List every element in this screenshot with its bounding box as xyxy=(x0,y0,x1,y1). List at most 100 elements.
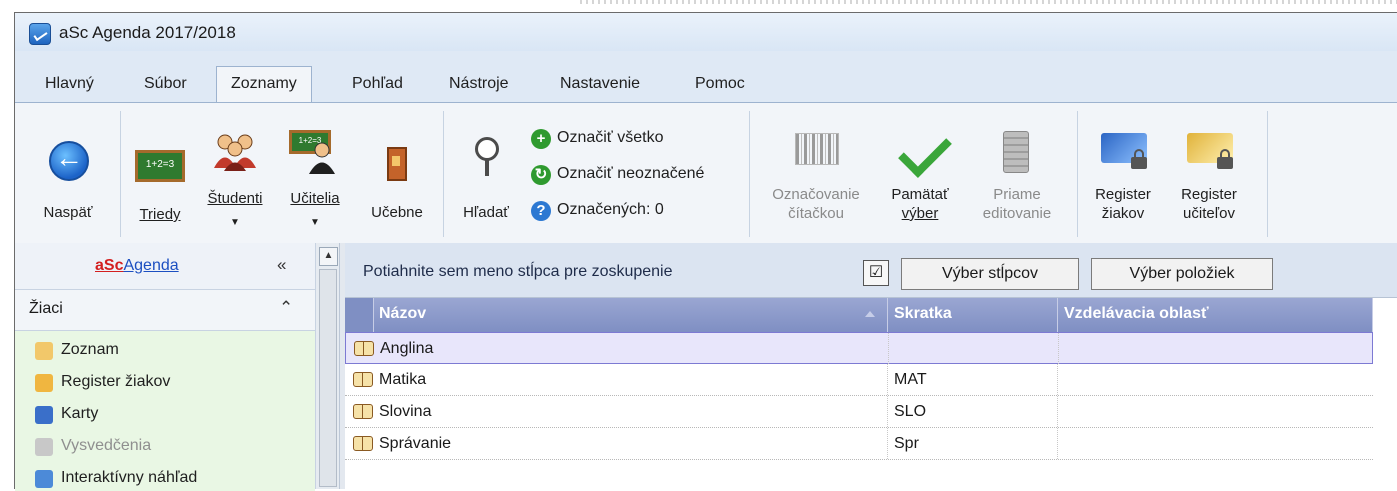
cell-skratka[interactable]: MAT xyxy=(888,364,1058,395)
section-ziaci[interactable]: Žiaci ⌃ xyxy=(15,290,315,331)
certificate-icon xyxy=(35,438,53,456)
app-window: aSc Agenda 2017/2018 Hlavný Súbor Zoznam… xyxy=(14,12,1397,491)
preview-icon xyxy=(35,470,53,488)
marked-count[interactable]: ? Označených: 0 xyxy=(531,201,731,223)
door-icon xyxy=(387,147,407,181)
direct-edit-label-2: editovanie xyxy=(982,205,1052,222)
mark-all-label: Označiť všetko xyxy=(557,129,664,146)
grid-header: Názov Skratka Vzdelávacia oblasť xyxy=(345,298,1373,332)
ribbon-separator xyxy=(1267,111,1268,237)
direct-edit-button[interactable]: Priame editovanie xyxy=(967,113,1067,233)
ucitelia-dropdown-icon[interactable]: ▼ xyxy=(277,213,353,232)
tab-pomoc[interactable]: Pomoc xyxy=(695,71,745,103)
menu-bar: Hlavný Súbor Zoznamy Pohľad Nástroje Nas… xyxy=(15,51,1397,103)
nav-scrollbar[interactable]: ▲ xyxy=(315,243,340,489)
book-icon xyxy=(354,341,374,356)
tab-zoznamy[interactable]: Zoznamy xyxy=(216,66,312,103)
tab-hlavny[interactable]: Hlavný xyxy=(45,71,94,103)
cell-oblast[interactable] xyxy=(1058,428,1373,459)
cell-skratka[interactable]: SLO xyxy=(888,396,1058,427)
ribbon-separator xyxy=(1077,111,1078,237)
cell-skratka[interactable] xyxy=(889,333,1059,364)
group-by-bar[interactable]: Potiahnite sem meno stĺpca pre zoskupeni… xyxy=(345,243,1397,298)
scroll-thumb[interactable] xyxy=(319,269,337,487)
cell-oblast[interactable] xyxy=(1059,333,1372,364)
keypad-icon xyxy=(1003,131,1029,173)
id-card-icon xyxy=(35,406,53,424)
barcode-marking-label-1: Označovanie xyxy=(772,186,860,203)
ribbon: Naspäť 1+2=3 Triedy Študenti ▼ 1+2=3 Uči… xyxy=(15,102,1397,245)
book-icon xyxy=(353,404,373,419)
back-arrow-icon xyxy=(49,141,89,181)
table-row[interactable]: Slovina SLO xyxy=(345,396,1373,428)
items-select-button[interactable]: Výber položiek xyxy=(1091,258,1273,290)
mark-all-button[interactable]: + Označiť všetko xyxy=(531,129,731,151)
row-selector-header xyxy=(345,298,374,332)
table-row[interactable]: Anglina xyxy=(345,332,1373,364)
nav-header: aScAgenda « xyxy=(15,243,315,290)
column-header-skratka[interactable]: Skratka xyxy=(888,298,1058,332)
app-logo-icon xyxy=(29,23,51,45)
select-checkbox[interactable]: ☑ xyxy=(863,260,889,286)
help-icon: ? xyxy=(531,201,551,221)
register-students-label-2: žiakov xyxy=(1101,205,1145,222)
column-header-oblast[interactable]: Vzdelávacia oblasť xyxy=(1058,298,1373,332)
lock-icon xyxy=(35,374,53,392)
nav-title-link[interactable]: aScAgenda xyxy=(95,257,179,275)
triedy-button[interactable]: 1+2=3 Triedy xyxy=(127,113,193,233)
hladat-button[interactable]: Hľadať xyxy=(451,113,521,233)
tab-subor[interactable]: Súbor xyxy=(144,71,187,103)
lock-icon xyxy=(1217,149,1233,169)
book-icon xyxy=(353,436,373,451)
cell-skratka[interactable]: Spr xyxy=(888,428,1058,459)
checkmark-icon xyxy=(898,124,952,178)
barcode-marking-label-2: čítačkou xyxy=(788,205,844,222)
remember-selection-button[interactable]: Pamätať výber xyxy=(881,113,959,233)
back-button[interactable]: Naspäť xyxy=(33,113,103,233)
section-collapse-icon[interactable]: ⌃ xyxy=(279,298,293,318)
sort-ascending-icon xyxy=(865,311,875,317)
ucebne-button[interactable]: Učebne xyxy=(357,113,437,233)
tab-pohlad[interactable]: Pohľad xyxy=(352,71,403,103)
cell-nazov[interactable]: Správanie xyxy=(373,428,888,459)
barcode-icon xyxy=(795,133,839,165)
tab-nastroje[interactable]: Nástroje xyxy=(449,71,509,103)
navigation-panel: aScAgenda « Žiaci ⌃ Zoznam Register žiak… xyxy=(15,243,315,491)
ucitelia-button[interactable]: 1+2=3 Učitelia ▼ xyxy=(277,113,353,239)
marked-count-label: Označených: 0 xyxy=(557,201,664,218)
studenti-dropdown-icon[interactable]: ▼ xyxy=(197,213,273,232)
back-label: Naspäť xyxy=(43,204,93,221)
plus-icon: + xyxy=(531,129,551,149)
tab-nastavenie[interactable]: Nastavenie xyxy=(560,71,640,103)
cell-nazov[interactable]: Anglina xyxy=(374,333,889,364)
refresh-icon: ↻ xyxy=(531,165,551,185)
students-icon xyxy=(214,134,256,171)
mark-unmarked-label: Označiť neoznačené xyxy=(557,165,705,182)
chalkboard-icon: 1+2=3 xyxy=(135,150,185,182)
scroll-up-icon[interactable]: ▲ xyxy=(319,247,338,266)
cell-nazov[interactable]: Slovina xyxy=(373,396,888,427)
lock-icon xyxy=(1131,149,1147,169)
triedy-label: Triedy xyxy=(139,206,181,223)
columns-select-button[interactable]: Výber stĺpcov xyxy=(901,258,1079,290)
column-header-nazov[interactable]: Názov xyxy=(373,298,888,332)
person-list-icon xyxy=(35,342,53,360)
table-row[interactable]: Správanie Spr xyxy=(345,428,1373,460)
remember-label-2: výber xyxy=(901,205,939,222)
studenti-button[interactable]: Študenti ▼ xyxy=(197,113,273,239)
remember-label-1: Pamätať xyxy=(891,186,949,203)
desktop-top-strip xyxy=(0,0,1397,12)
collapse-panel-icon[interactable]: « xyxy=(277,255,286,275)
group-by-hint: Potiahnite sem meno stĺpca pre zoskupeni… xyxy=(363,263,673,280)
register-teachers-button[interactable]: Register učiteľov xyxy=(1167,113,1251,233)
direct-edit-label-1: Priame xyxy=(993,186,1041,203)
table-row[interactable]: Matika MAT xyxy=(345,364,1373,396)
window-title: aSc Agenda 2017/2018 xyxy=(59,23,236,42)
mark-unmarked-button[interactable]: ↻ Označiť neoznačené xyxy=(531,165,741,187)
ucebne-label: Učebne xyxy=(371,204,423,221)
register-students-button[interactable]: Register žiakov xyxy=(1083,113,1163,233)
cell-oblast[interactable] xyxy=(1058,396,1373,427)
cell-oblast[interactable] xyxy=(1058,364,1373,395)
cell-nazov[interactable]: Matika xyxy=(373,364,888,395)
barcode-marking-button[interactable]: Označovanie čítačkou xyxy=(757,113,875,233)
